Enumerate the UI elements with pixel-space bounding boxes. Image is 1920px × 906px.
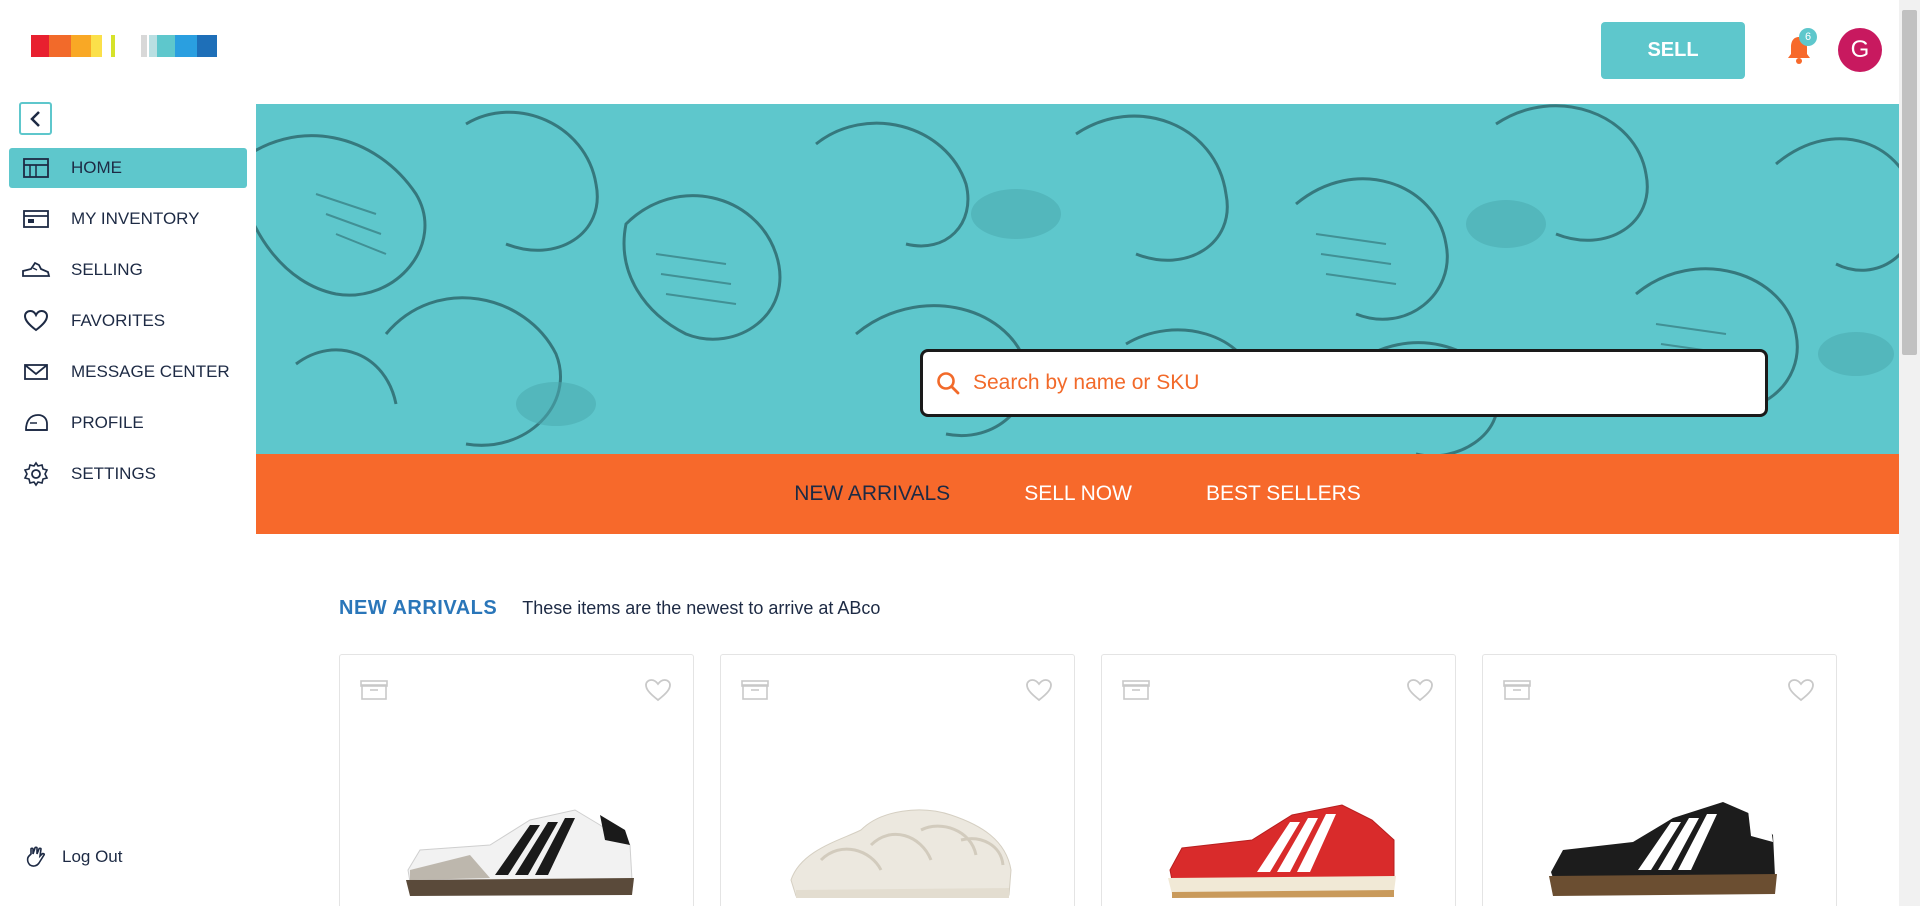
box-icon [360, 680, 388, 700]
heart-icon [21, 308, 51, 334]
sidebar-item-profile[interactable]: PROFILE [9, 403, 247, 443]
section-subtitle: These items are the newest to arrive at … [522, 598, 881, 618]
notification-count-badge: 6 [1799, 28, 1817, 46]
brand-logo[interactable] [31, 35, 231, 57]
sidebar-item-home[interactable]: HOME [9, 148, 247, 188]
product-image-sneaker [1549, 802, 1777, 896]
product-image-sneaker [406, 809, 634, 896]
user-avatar[interactable]: G [1838, 28, 1882, 72]
sidebar-item-label: HOME [71, 158, 122, 177]
inventory-icon [21, 206, 51, 232]
promo-link-best-sellers[interactable]: BEST SELLERS [1206, 482, 1361, 506]
vertical-scrollbar-thumb[interactable] [1902, 10, 1917, 355]
favorite-heart-icon[interactable] [1024, 677, 1054, 703]
sidebar-item-favorites[interactable]: FAVORITES [9, 301, 247, 341]
sidebar-item-my-inventory[interactable]: MY INVENTORY [9, 199, 247, 239]
favorite-heart-icon[interactable] [1405, 677, 1435, 703]
sell-button[interactable]: SELL [1601, 22, 1745, 79]
product-card[interactable] [339, 654, 694, 906]
box-icon [741, 680, 769, 700]
chevron-left-icon [29, 110, 40, 127]
sidebar-item-label: MESSAGE CENTER [71, 362, 230, 381]
sidebar-item-label: MY INVENTORY [71, 209, 200, 228]
sidebar-item-label: SELLING [71, 260, 143, 279]
search-bar[interactable] [920, 349, 1768, 417]
product-image-sneaker [790, 809, 1012, 898]
sneaker-icon [21, 257, 51, 283]
sidebar-item-label: PROFILE [71, 413, 144, 432]
sidebar-item-selling[interactable]: SELLING [9, 250, 247, 290]
gear-icon [21, 461, 51, 487]
logout-label: Log Out [62, 847, 123, 866]
sidebar-item-message-center[interactable]: MESSAGE CENTER [9, 352, 247, 392]
promo-link-sell-now[interactable]: SELL NOW [1024, 482, 1132, 506]
sidebar-item-label: SETTINGS [71, 464, 157, 483]
hand-wave-icon [24, 845, 48, 869]
envelope-icon [21, 359, 51, 385]
product-card[interactable] [1482, 654, 1837, 906]
search-icon [937, 372, 960, 395]
promo-link-new-arrivals[interactable]: NEW ARRIVALS [794, 482, 950, 506]
section-header: NEW ARRIVALS These items are the newest … [339, 597, 880, 620]
promo-nav-bar: NEW ARRIVALS SELL NOW BEST SELLERS [256, 454, 1899, 534]
logout-button[interactable]: Log Out [24, 845, 123, 869]
box-icon [1122, 680, 1150, 700]
hero-banner [256, 104, 1899, 454]
product-card[interactable] [720, 654, 1075, 906]
favorite-heart-icon[interactable] [1786, 677, 1816, 703]
box-icon [1503, 680, 1531, 700]
collapse-sidebar-button[interactable] [19, 102, 52, 135]
product-image-sneaker [1168, 804, 1396, 898]
favorite-heart-icon[interactable] [643, 677, 673, 703]
home-grid-icon [21, 155, 51, 181]
section-title: NEW ARRIVALS [339, 597, 498, 619]
profile-icon [21, 410, 51, 436]
sidebar-item-settings[interactable]: SETTINGS [9, 454, 247, 494]
sidebar-nav: HOME MY INVENTORY SELLING FAVORITES MESS… [9, 148, 247, 505]
sidebar-item-label: FAVORITES [71, 311, 166, 330]
product-card[interactable] [1101, 654, 1456, 906]
search-input[interactable] [973, 371, 1733, 395]
